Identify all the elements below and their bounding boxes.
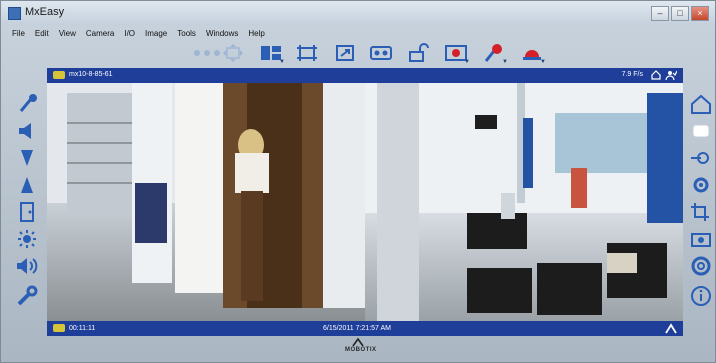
window-title: MxEasy: [25, 6, 65, 18]
camera-info-bar: mx10-8-85-61 7.9 F/s: [47, 68, 683, 83]
crop-icon[interactable]: [689, 201, 713, 223]
alarm-light-icon[interactable]: ▼: [520, 43, 546, 65]
arrow-up-icon[interactable]: [15, 174, 39, 196]
light-bulb-icon[interactable]: [15, 228, 39, 250]
event-timer: 00:11:11: [69, 325, 96, 332]
audio-icon[interactable]: [15, 255, 39, 277]
menu-image[interactable]: Image: [145, 29, 167, 38]
microphone-icon[interactable]: [15, 93, 39, 115]
home-small-icon[interactable]: [650, 69, 662, 81]
record-button-icon[interactable]: ▼: [444, 43, 470, 65]
door-icon[interactable]: [15, 201, 39, 223]
application-window: MxEasy – □ × File Edit View Camera I/O I…: [0, 0, 716, 363]
multi-frame-icon[interactable]: [689, 120, 713, 142]
menu-io[interactable]: I/O: [124, 29, 135, 38]
chevron-down-icon[interactable]: ▼: [464, 59, 470, 65]
camera-status-bar: 00:11:11 6/15/2011 7:21:57 AM: [47, 321, 683, 336]
camera-status-icon: [53, 71, 65, 79]
event-broom-icon[interactable]: ▼: [482, 43, 508, 65]
speaker-icon[interactable]: [15, 120, 39, 142]
mobotix-logo-icon: [352, 338, 364, 346]
ring-icon[interactable]: [689, 255, 713, 277]
recording-status-icon: [53, 324, 65, 332]
menu-view[interactable]: View: [59, 29, 76, 38]
camera-live-view[interactable]: [47, 83, 683, 321]
menu-bar: File Edit View Camera I/O Image Tools Wi…: [1, 26, 716, 40]
wrench-icon[interactable]: [15, 285, 39, 307]
gear-icon[interactable]: [689, 174, 713, 196]
maximize-button[interactable]: □: [671, 6, 689, 21]
lock-icon[interactable]: [406, 43, 430, 63]
window-controls: – □ ×: [651, 6, 709, 21]
menu-file[interactable]: File: [12, 29, 25, 38]
full-frame-icon[interactable]: [295, 43, 319, 63]
frame-rate: 7.9 F/s: [621, 71, 643, 78]
toolbar: ▼ ▼ ▼ ▼: [1, 41, 715, 66]
menu-tools[interactable]: Tools: [177, 29, 196, 38]
minimize-button[interactable]: –: [651, 6, 669, 21]
menu-help[interactable]: Help: [248, 29, 264, 38]
camera-icon[interactable]: [689, 228, 713, 250]
arrow-down-icon[interactable]: [15, 147, 39, 169]
chevron-down-icon[interactable]: ▼: [279, 59, 285, 65]
chevron-down-icon[interactable]: ▼: [540, 59, 546, 65]
app-icon: [8, 7, 21, 20]
layout-split-icon[interactable]: ▼: [259, 43, 285, 65]
brand-logo-text: MOBOTIX: [345, 347, 377, 353]
frame-timestamp: 6/15/2011 7:21:57 AM: [323, 325, 391, 332]
mobotix-small-icon: [665, 323, 677, 334]
chevron-down-icon[interactable]: ▼: [502, 59, 508, 65]
info-icon[interactable]: [689, 285, 713, 307]
sensor-icon[interactable]: [689, 147, 713, 169]
pan-arrows-icon[interactable]: [221, 43, 245, 63]
resize-icon[interactable]: [333, 43, 357, 63]
menu-windows[interactable]: Windows: [206, 29, 238, 38]
menu-edit[interactable]: Edit: [35, 29, 49, 38]
title-bar: MxEasy – □ ×: [1, 1, 715, 25]
menu-camera[interactable]: Camera: [86, 29, 114, 38]
recording-icon[interactable]: [369, 43, 393, 63]
home-icon[interactable]: [689, 93, 713, 115]
user-check-icon[interactable]: [665, 69, 677, 81]
bar-icons: [650, 69, 677, 81]
camera-name: mx10-8-85-61: [69, 71, 113, 78]
close-button[interactable]: ×: [691, 6, 709, 21]
